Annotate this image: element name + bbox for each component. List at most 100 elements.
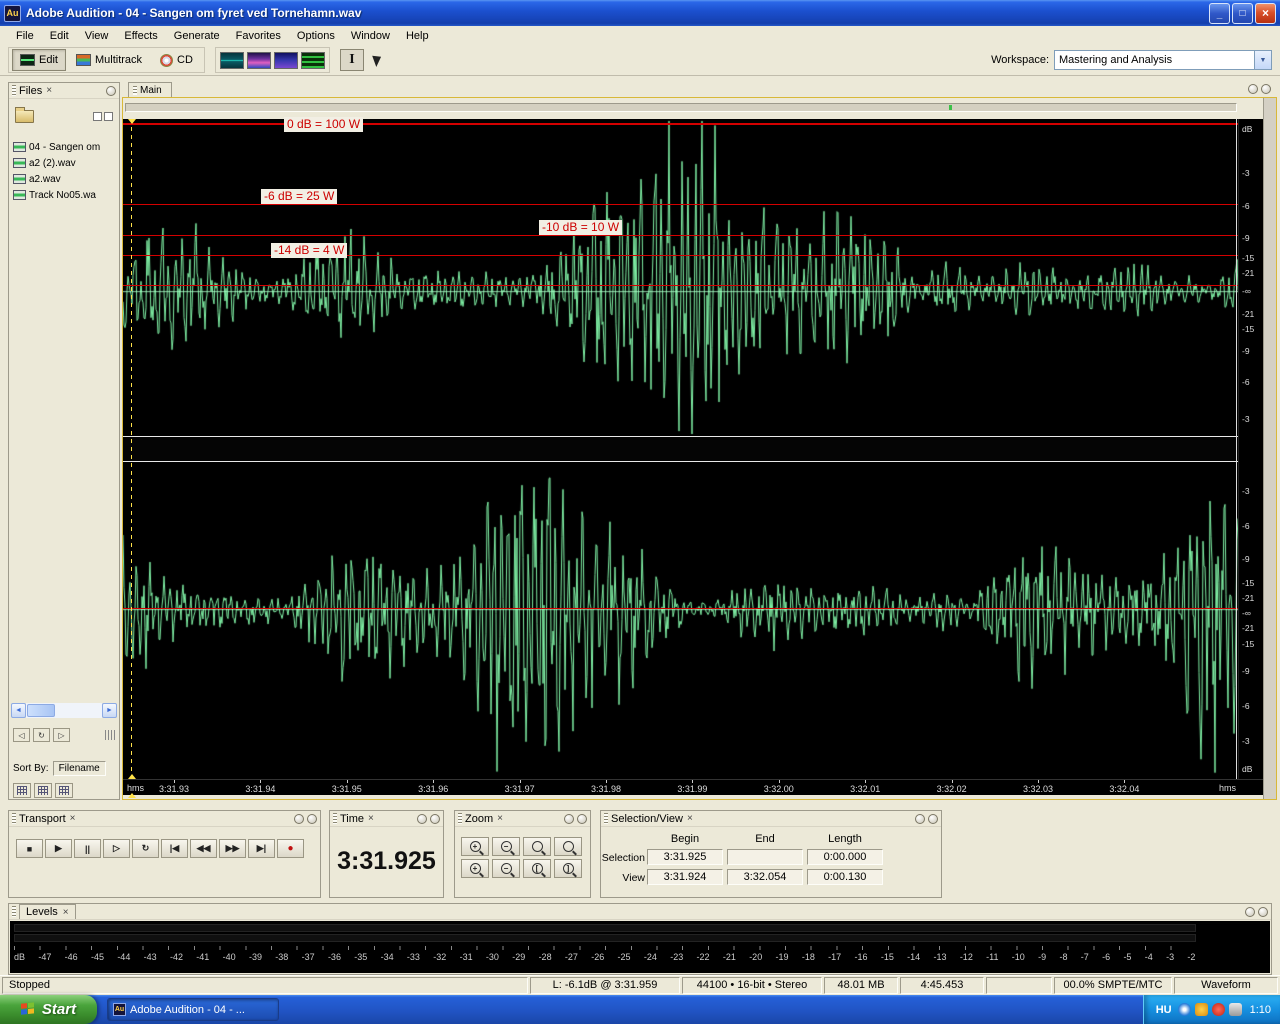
panel-flyout-icon[interactable] <box>417 813 427 824</box>
panel-flyout-icon[interactable] <box>1248 84 1258 94</box>
close-panel-icon[interactable]: × <box>497 813 503 824</box>
menu-item-view[interactable]: View <box>77 28 117 44</box>
import-file-icon[interactable] <box>15 106 34 123</box>
chevron-down-icon[interactable]: ▼ <box>1254 51 1271 69</box>
panel-menu-icon[interactable] <box>430 813 440 824</box>
panel-grip[interactable] <box>12 906 16 917</box>
cursor-top-handle[interactable] <box>128 119 136 124</box>
panel-menu-icon[interactable] <box>928 813 938 824</box>
record-button[interactable]: ● <box>277 839 304 858</box>
zoom-to-left-edge-button[interactable]: [ <box>523 859 551 878</box>
panel-grip[interactable] <box>12 85 16 96</box>
zoom-out-vertical-button[interactable]: − <box>492 859 520 878</box>
menu-item-effects[interactable]: Effects <box>116 28 165 44</box>
loop-preview-button[interactable]: ↻ <box>33 728 50 742</box>
zoom-out-full-button[interactable] <box>523 837 551 856</box>
start-button[interactable]: Start <box>0 995 97 1024</box>
multitrack-view-button[interactable]: Multitrack <box>68 49 150 71</box>
levels-meter[interactable]: dB -47 -46 -45 -44 -43 -42 -41 -40 -39 -38 -37 -36 -3… <box>10 921 1270 973</box>
panel-grip[interactable] <box>12 813 16 824</box>
zoom-in-vertical-button[interactable]: + <box>461 859 489 878</box>
menu-item-window[interactable]: Window <box>343 28 398 44</box>
zoom-out-horizontal-button[interactable]: − <box>492 837 520 856</box>
panel-grip[interactable] <box>604 813 608 824</box>
panel-flyout-icon[interactable] <box>106 85 116 96</box>
close-panel-icon[interactable]: × <box>368 813 374 824</box>
pause-button[interactable]: || <box>74 839 101 858</box>
close-panel-icon[interactable]: × <box>63 907 69 918</box>
file-list-item[interactable]: a2 (2).wav <box>11 155 117 171</box>
selection-begin-field[interactable]: 3:31.925 <box>647 849 723 865</box>
tab-main[interactable]: Main <box>128 82 172 97</box>
time-selection-tool-button[interactable]: I <box>339 49 364 71</box>
scroll-track[interactable] <box>26 703 102 718</box>
play-button[interactable]: ▶ <box>45 839 72 858</box>
spectral-phase-icon[interactable] <box>300 51 325 69</box>
close-panel-icon[interactable]: × <box>46 85 52 96</box>
timeline-ruler[interactable]: hms 3:31.93 3:31.94 3:31.95 3:31.96 3:31.97 3:… <box>123 779 1263 795</box>
files-view-icon[interactable] <box>104 111 113 121</box>
menu-item-options[interactable]: Options <box>289 28 343 44</box>
close-panel-icon[interactable]: × <box>687 813 693 824</box>
fast-forward-button[interactable]: ▶▶ <box>219 839 246 858</box>
waveform-display-icon[interactable] <box>219 51 244 69</box>
files-horizontal-scrollbar[interactable]: ◄ ► <box>11 703 117 718</box>
panel-flyout-icon[interactable] <box>294 813 304 824</box>
go-to-beginning-button[interactable]: |◀ <box>161 839 188 858</box>
spectral-frequency-icon[interactable] <box>246 51 271 69</box>
network-tray-icon[interactable] <box>1177 1003 1191 1016</box>
panel-menu-icon[interactable] <box>577 813 587 824</box>
language-indicator[interactable]: HU <box>1156 1004 1172 1016</box>
file-list-item[interactable]: Track No05.wa <box>11 187 117 203</box>
panel-menu-icon[interactable] <box>1261 84 1271 94</box>
updates-tray-icon[interactable] <box>1194 1003 1208 1016</box>
show-effects-button[interactable] <box>34 783 52 798</box>
show-favorites-button[interactable] <box>55 783 73 798</box>
volume-tray-icon[interactable] <box>1228 1003 1242 1016</box>
rewind-button[interactable]: ◀◀ <box>190 839 217 858</box>
selection-end-field[interactable] <box>727 849 803 865</box>
view-length-field[interactable]: 0:00.130 <box>807 869 883 885</box>
show-files-button[interactable] <box>13 783 31 798</box>
scroll-left-icon[interactable]: ◄ <box>11 703 26 718</box>
security-tray-icon[interactable] <box>1211 1003 1225 1016</box>
menu-item-file[interactable]: File <box>8 28 42 44</box>
vertical-scrollbar[interactable] <box>1263 98 1276 799</box>
play-to-end-button[interactable]: ▷ <box>103 839 130 858</box>
spectral-pan-icon[interactable] <box>273 51 298 69</box>
panel-flyout-icon[interactable] <box>564 813 574 824</box>
close-panel-icon[interactable]: × <box>70 813 76 824</box>
play-looped-button[interactable]: ↻ <box>132 839 159 858</box>
close-button[interactable]: × <box>1255 2 1276 24</box>
view-end-field[interactable]: 3:32.054 <box>727 869 803 885</box>
panel-menu-icon[interactable] <box>1258 906 1268 917</box>
menu-item-generate[interactable]: Generate <box>166 28 228 44</box>
session-overview-bar[interactable] <box>125 103 1237 112</box>
menu-item-edit[interactable]: Edit <box>42 28 77 44</box>
panel-flyout-icon[interactable] <box>1245 906 1255 917</box>
edit-view-button[interactable]: Edit <box>12 49 66 71</box>
file-list-item[interactable]: a2.wav <box>11 171 117 187</box>
panel-grip[interactable] <box>458 813 462 824</box>
file-list-item[interactable]: 04 - Sangen om <box>11 139 117 155</box>
view-begin-field[interactable]: 3:31.924 <box>647 869 723 885</box>
sort-by-value[interactable]: Filename <box>52 761 106 776</box>
minimize-button[interactable]: _ <box>1209 2 1230 24</box>
cd-view-button[interactable]: CD <box>152 49 201 71</box>
waveform-display[interactable]: 0 dB = 100 W -6 dB = 25 W -10 dB = 10 W -14… <box>123 117 1238 779</box>
panel-flyout-icon[interactable] <box>915 813 925 824</box>
restore-button[interactable]: □ <box>1232 2 1253 24</box>
selection-length-field[interactable]: 0:00.000 <box>807 849 883 865</box>
playback-cursor[interactable] <box>131 119 132 779</box>
stop-button[interactable]: ■ <box>16 839 43 858</box>
mute-preview-button[interactable]: ◁ <box>13 728 30 742</box>
amplitude-ruler[interactable]: dB -3 -6 -9 -15 -21 -∞ -21 -15 -9 -6 -3 -3 -6 -9 -15 -21… <box>1238 119 1263 779</box>
scrub-tool-button[interactable] <box>366 49 390 71</box>
scroll-right-icon[interactable]: ► <box>102 703 117 718</box>
menu-item-help[interactable]: Help <box>398 28 437 44</box>
go-to-end-button[interactable]: ▶| <box>248 839 275 858</box>
taskbar-app-button[interactable]: Au Adobe Audition - 04 - ... <box>107 998 279 1021</box>
workspace-dropdown[interactable]: Mastering and Analysis ▼ <box>1054 50 1272 70</box>
taskbar-clock[interactable]: 1:10 <box>1250 1004 1271 1016</box>
zoom-in-horizontal-button[interactable]: + <box>461 837 489 856</box>
